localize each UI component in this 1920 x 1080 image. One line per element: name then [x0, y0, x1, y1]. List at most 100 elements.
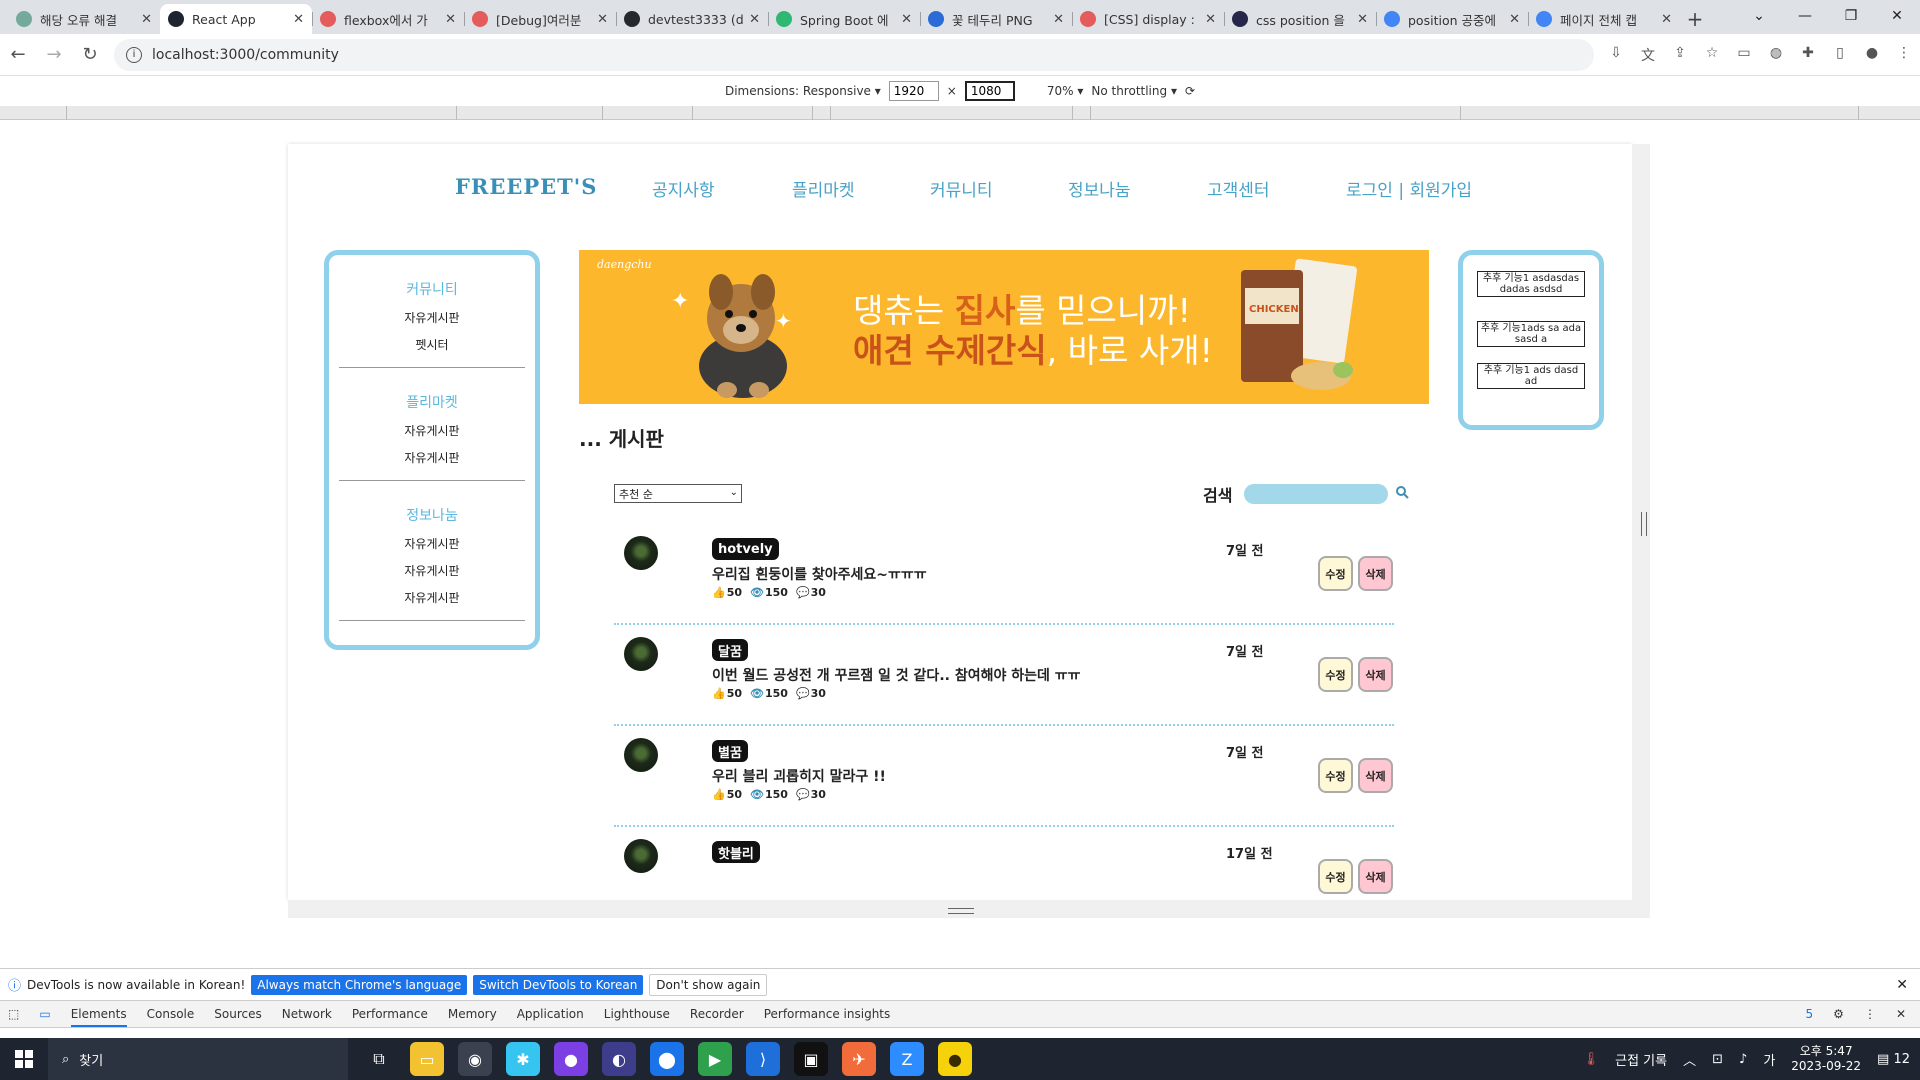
post-title[interactable]: 우리 블리 괴롭히지 말라구 !! [712, 766, 886, 786]
edit-button[interactable]: 수정 [1318, 556, 1353, 591]
browser-tab[interactable]: flexbox에서 가 ✕ [312, 4, 464, 34]
close-tab-icon[interactable]: ✕ [445, 12, 456, 27]
info-icon[interactable]: i [126, 46, 142, 63]
devtools-tab[interactable]: Elements [70, 1007, 127, 1027]
rotate-icon[interactable]: ⟳ [1185, 84, 1195, 98]
back-icon[interactable]: ← [0, 37, 36, 73]
throttling-dropdown[interactable]: No throttling ▾ [1091, 84, 1177, 98]
promo-banner[interactable]: daengchu ✦ ✦ 댕츄는 집사를 믿으니까! 애견 수제간식, 바로 사… [579, 250, 1429, 404]
devtools-tab[interactable]: Console [147, 1007, 195, 1021]
search-icon[interactable] [1395, 485, 1409, 499]
tray-up-icon[interactable]: ︿ [1683, 1050, 1696, 1069]
close-tab-icon[interactable]: ✕ [1205, 12, 1216, 27]
delete-button[interactable]: 삭제 [1358, 758, 1393, 793]
devtools-tab[interactable]: Application [517, 1007, 584, 1021]
close-tab-icon[interactable]: ✕ [749, 12, 760, 27]
volume-icon[interactable]: ♪ [1739, 1052, 1747, 1067]
post-item[interactable]: 핫블리 17일 전 수정 삭제 [614, 827, 1394, 900]
avatar[interactable] [624, 738, 658, 772]
close-tab-icon[interactable]: ✕ [293, 12, 304, 27]
close-tab-icon[interactable]: ✕ [1357, 12, 1368, 27]
close-notice-icon[interactable]: ✕ [1896, 977, 1908, 993]
close-tab-icon[interactable]: ✕ [1053, 12, 1064, 27]
viewport-height-input[interactable] [964, 81, 1015, 101]
always-match-button[interactable]: Always match Chrome's language [251, 974, 468, 995]
close-tab-icon[interactable]: ✕ [1661, 12, 1672, 27]
close-window-button[interactable]: ✕ [1874, 0, 1920, 32]
devtools-tab[interactable]: Network [282, 1007, 332, 1021]
future-feature-box-2[interactable]: 추후 기능1ads sa ada sasd a [1477, 321, 1585, 347]
sidebar-section-title[interactable]: 커뮤니티 [329, 279, 535, 299]
switch-korean-button[interactable]: Switch DevTools to Korean [473, 974, 644, 995]
forward-icon[interactable]: → [36, 37, 72, 73]
minimize-button[interactable]: — [1782, 0, 1828, 32]
browser-tab[interactable]: css position 을 ✕ [1224, 4, 1376, 34]
devtools-tab[interactable]: Lighthouse [604, 1007, 670, 1021]
share-icon[interactable]: ⇪ [1670, 45, 1690, 65]
reload-icon[interactable]: ↻ [72, 37, 108, 73]
sort-select[interactable]: 추천 순 ⌄ [614, 484, 742, 503]
sidebar-section-title[interactable]: 플리마켓 [329, 392, 535, 412]
delete-button[interactable]: 삭제 [1358, 657, 1393, 692]
delete-button[interactable]: 삭제 [1358, 859, 1393, 894]
translate-icon[interactable]: 文 [1638, 45, 1658, 65]
extensions-puzzle-icon[interactable]: ✚ [1798, 45, 1818, 65]
edit-button[interactable]: 수정 [1318, 657, 1353, 692]
avatar[interactable] [624, 637, 658, 671]
browser-tab[interactable]: React App ✕ [160, 4, 312, 34]
post-item[interactable]: 별꿈 7일 전 우리 블리 괴롭히지 말라구 !! 👍50 👁150 💬30 수… [614, 726, 1394, 827]
weather-text[interactable]: 근접 기록 [1615, 1050, 1667, 1069]
sidebar-item[interactable]: 자유게시판 [329, 535, 535, 552]
notification-icon[interactable]: ▤ 12 [1877, 1052, 1910, 1067]
sidebar-item[interactable]: 자유게시판 [329, 562, 535, 579]
search-input[interactable] [1244, 484, 1388, 504]
nav-customer-center[interactable]: 고객센터 [1207, 176, 1270, 201]
ime-indicator[interactable]: 가 [1763, 1050, 1775, 1069]
dimensions-dropdown[interactable]: Dimensions: Responsive ▾ [725, 84, 881, 98]
side-drag-handle[interactable] [1641, 512, 1647, 536]
url-field[interactable]: i localhost:3000/community [114, 38, 1594, 71]
close-tab-icon[interactable]: ✕ [141, 12, 152, 27]
extension-globe-icon[interactable]: ◍ [1766, 45, 1786, 65]
menu-kebab-icon[interactable]: ⋮ [1894, 45, 1914, 65]
browser-tab[interactable]: Spring Boot 에 ✕ [768, 4, 920, 34]
post-author[interactable]: 핫블리 [712, 841, 760, 863]
dont-show-button[interactable]: Don't show again [649, 973, 768, 996]
new-tab-button[interactable]: + [1680, 4, 1710, 34]
clock[interactable]: 오후 5:47 2023-09-22 [1791, 1044, 1861, 1074]
close-tab-icon[interactable]: ✕ [597, 12, 608, 27]
install-icon[interactable]: ⇩ [1606, 45, 1626, 65]
browser-tab[interactable]: position 공중에 ✕ [1376, 4, 1528, 34]
viewport-width-input[interactable] [888, 81, 939, 101]
windows-start-icon[interactable] [0, 1038, 48, 1080]
close-tab-icon[interactable]: ✕ [1509, 12, 1520, 27]
devtools-tab[interactable]: Recorder [690, 1007, 744, 1021]
browser-tab[interactable]: devtest3333 (d ✕ [616, 4, 768, 34]
github-desktop-icon[interactable]: ● [554, 1042, 588, 1076]
eclipse-icon[interactable]: ◐ [602, 1042, 636, 1076]
vscode-icon[interactable]: ⟩ [746, 1042, 780, 1076]
media-icon[interactable]: ▶ [698, 1042, 732, 1076]
browser-tab[interactable]: 해당 오류 해결 ✕ [8, 4, 160, 34]
browser-tab[interactable]: [CSS] display : ✕ [1072, 4, 1224, 34]
settings-gear-icon[interactable]: ⚙ [1833, 1007, 1844, 1021]
devtools-tab[interactable]: Performance insights [764, 1007, 891, 1021]
sidebar-item[interactable]: 자유게시판 [329, 449, 535, 466]
sidebar-item[interactable]: 펫시터 [329, 336, 535, 353]
task-view-icon[interactable]: ⧉ [362, 1042, 396, 1076]
close-devtools-icon[interactable]: ✕ [1896, 1007, 1906, 1021]
inspect-icon[interactable]: ⬚ [8, 1007, 19, 1021]
post-title[interactable]: 이번 월드 공성전 개 꾸르잼 일 것 같다.. 참여해야 하는데 ㅠㅠ [712, 665, 1081, 685]
post-item[interactable]: 달꿈 7일 전 이번 월드 공성전 개 꾸르잼 일 것 같다.. 참여해야 하는… [614, 625, 1394, 726]
post-author[interactable]: hotvely [712, 538, 779, 560]
edit-button[interactable]: 수정 [1318, 859, 1353, 894]
kakaotalk-icon[interactable]: ● [938, 1042, 972, 1076]
more-kebab-icon[interactable]: ⋮ [1864, 1007, 1876, 1021]
restore-button[interactable]: ❐ [1828, 0, 1874, 32]
profile-icon[interactable]: ● [1862, 45, 1882, 65]
devtools-tab[interactable]: Memory [448, 1007, 497, 1021]
intellij-icon[interactable]: ▣ [794, 1042, 828, 1076]
zoom-dropdown[interactable]: 70% ▾ [1047, 84, 1084, 98]
cast-icon[interactable]: ▭ [1734, 45, 1754, 65]
zoom-icon[interactable]: Z [890, 1042, 924, 1076]
